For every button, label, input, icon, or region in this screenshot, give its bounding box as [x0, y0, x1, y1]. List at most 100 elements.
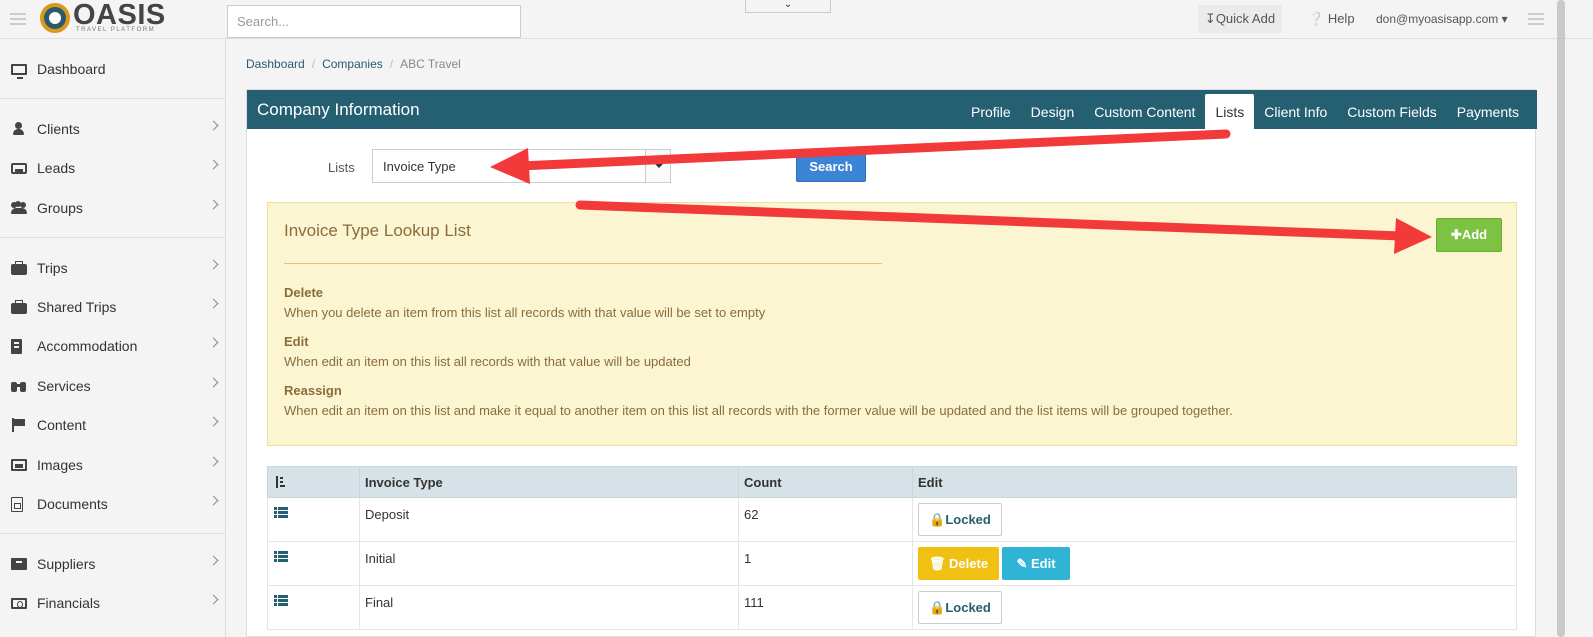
side-panel-toggle-icon[interactable] — [1528, 13, 1544, 25]
plus-icon: ✚ — [1450, 227, 1462, 242]
table-row: Initial 1 🗑 Delete ✎ Edit — [267, 542, 1517, 586]
chevron-right-icon — [208, 416, 219, 427]
search-button[interactable]: Search — [796, 151, 866, 182]
locked-button[interactable]: 🔒Locked — [918, 503, 1002, 536]
sidebar-item-label: Shared Trips — [37, 299, 117, 315]
tab-custom-content[interactable]: Custom Content — [1084, 90, 1205, 129]
sidebar-item-financials[interactable]: Financials — [0, 585, 226, 621]
global-search-input[interactable] — [227, 5, 521, 38]
user-menu[interactable]: don@myoasisapp.com ▾ — [1368, 5, 1516, 33]
sidebar-item-label: Documents — [37, 496, 108, 512]
list-icon[interactable] — [274, 595, 288, 606]
drag-cell[interactable] — [268, 586, 360, 630]
delete-button[interactable]: 🗑 Delete — [918, 547, 999, 580]
sidebar-divider — [0, 533, 226, 534]
sidebar-item-label: Suppliers — [37, 556, 96, 572]
page-scrollbar[interactable] — [1557, 0, 1565, 637]
image-icon — [11, 459, 27, 471]
sidebar-item-dashboard[interactable]: Dashboard — [0, 51, 226, 87]
sidebar-item-accommodation[interactable]: Accommodation — [0, 328, 226, 364]
breadcrumb-separator: / — [389, 57, 394, 71]
tab-lists[interactable]: Lists — [1205, 94, 1255, 129]
breadcrumb-current: ABC Travel — [400, 57, 461, 71]
lock-icon: 🔒 — [929, 600, 946, 615]
sidebar-item-label: Groups — [37, 200, 83, 216]
flag-icon — [11, 418, 27, 432]
sidebar-item-groups[interactable]: Groups — [0, 190, 226, 226]
sidebar-item-clients[interactable]: Clients — [0, 111, 226, 147]
list-icon[interactable] — [274, 551, 288, 562]
caret-down-icon: ▾ — [1501, 12, 1508, 26]
sort-column-header[interactable] — [268, 467, 360, 498]
caret-down-icon[interactable] — [645, 150, 670, 182]
list-type-select[interactable]: Invoice Type — [372, 149, 671, 183]
breadcrumb: Dashboard / Companies / ABC Travel — [246, 57, 461, 71]
chevron-down-icon[interactable]: ⌄ — [745, 0, 831, 13]
sidebar-item-suppliers[interactable]: Suppliers — [0, 546, 226, 582]
file-pdf-icon — [11, 496, 23, 512]
locked-label: Locked — [945, 600, 991, 615]
sidebar-item-documents[interactable]: Documents — [0, 486, 226, 522]
invoice-type-cell: Final — [360, 586, 739, 630]
sidebar-item-services[interactable]: Services — [0, 368, 226, 404]
sort-amount-icon — [274, 476, 288, 490]
add-button[interactable]: ✚Add — [1436, 218, 1502, 252]
reassign-heading: Reassign — [284, 383, 342, 398]
sidebar-item-label: Content — [37, 417, 87, 433]
invoice-type-cell: Deposit — [360, 498, 739, 542]
delete-description: When you delete an item from this list a… — [284, 305, 766, 320]
drag-cell[interactable] — [268, 542, 360, 586]
menu-icon[interactable] — [10, 13, 26, 25]
reassign-description: When edit an item on this list and make … — [284, 403, 1233, 418]
lookup-list-info-box: Invoice Type Lookup List ✚Add Delete Whe… — [267, 202, 1517, 446]
column-header-invoice-type[interactable]: Invoice Type — [360, 467, 739, 498]
oasis-logo[interactable]: OASIS TRAVEL PLATFORM — [40, 0, 165, 38]
drag-cell[interactable] — [268, 498, 360, 542]
tab-bar: Profile Design Custom Content Lists Clie… — [961, 90, 1529, 129]
logo-mark — [40, 3, 70, 33]
column-header-edit: Edit — [918, 475, 943, 490]
help-button[interactable]: ❔ Help — [1300, 5, 1363, 33]
breadcrumb-separator: / — [311, 57, 316, 71]
tab-design[interactable]: Design — [1021, 90, 1085, 129]
briefcase-icon — [11, 300, 27, 314]
company-information-panel: Company Information Profile Design Custo… — [246, 89, 1537, 637]
tab-profile[interactable]: Profile — [961, 90, 1021, 129]
list-icon[interactable] — [274, 507, 288, 518]
monitor-icon — [11, 63, 27, 79]
breadcrumb-dashboard[interactable]: Dashboard — [246, 57, 305, 71]
chevron-right-icon — [208, 259, 219, 270]
locked-button[interactable]: 🔒Locked — [918, 591, 1002, 624]
edit-button[interactable]: ✎ Edit — [1002, 547, 1070, 580]
table-row: Final 111 🔒Locked — [267, 586, 1517, 630]
edit-cell: 🗑 Delete ✎ Edit — [913, 542, 1516, 586]
sidebar-item-trips[interactable]: Trips — [0, 250, 226, 286]
sidebar-item-shared-trips[interactable]: Shared Trips — [0, 289, 226, 325]
lock-icon: 🔒 — [929, 512, 946, 527]
add-label: Add — [1461, 227, 1488, 242]
tab-custom-fields[interactable]: Custom Fields — [1337, 90, 1446, 129]
sidebar-item-leads[interactable]: Leads — [0, 150, 226, 186]
lists-label: Lists — [328, 160, 355, 175]
chevron-right-icon — [208, 120, 219, 131]
panel-header: Company Information Profile Design Custo… — [247, 90, 1537, 129]
binoculars-icon — [11, 379, 27, 393]
breadcrumb-companies[interactable]: Companies — [322, 57, 383, 71]
briefcase-icon — [11, 261, 27, 275]
logo-subtitle: TRAVEL PLATFORM — [76, 27, 156, 33]
users-icon — [11, 201, 27, 215]
invoice-type-cell: Initial — [360, 542, 739, 586]
sidebar-divider — [0, 237, 226, 238]
sidebar: Dashboard Clients Leads Groups Trips Sha… — [0, 39, 226, 637]
edit-description: When edit an item on this list all recor… — [284, 354, 691, 369]
column-header-count[interactable]: Count — [739, 467, 913, 498]
sidebar-item-images[interactable]: Images — [0, 447, 226, 483]
tab-payments[interactable]: Payments — [1447, 90, 1529, 129]
tab-client-info[interactable]: Client Info — [1254, 90, 1337, 129]
sidebar-item-label: Trips — [37, 260, 68, 276]
chevron-right-icon — [208, 594, 219, 605]
quick-add-button[interactable]: ↧Quick Add — [1198, 5, 1282, 33]
chevron-right-icon — [208, 377, 219, 388]
chevron-right-icon — [208, 555, 219, 566]
sidebar-item-content[interactable]: Content — [0, 407, 226, 443]
